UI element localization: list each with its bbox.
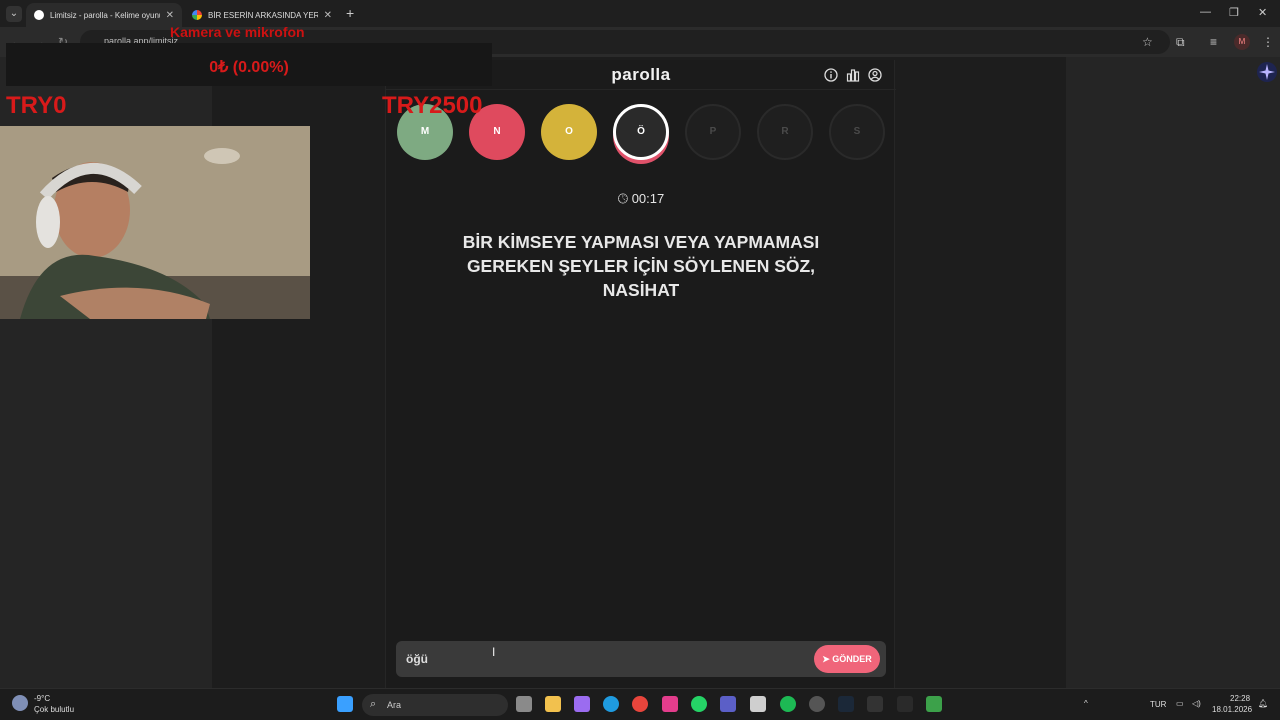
letter-circle-s: S [829,104,885,160]
game-panel: parolla MNOÖPRS 🕓︎ 00:17 BİR KİMSEYE YAP… [385,60,896,688]
send-button[interactable]: ➤ GÖNDER [814,645,880,673]
store-icon[interactable] [750,696,766,712]
start-icon[interactable] [337,696,353,712]
weather-icon[interactable] [12,695,28,711]
new-tab-icon[interactable]: + [346,5,354,21]
steam-icon[interactable] [838,696,854,712]
timer-value: 00:17 [631,191,665,206]
clock-time[interactable]: 22:28 [1230,694,1250,703]
weather-temp: -9°C [34,694,51,703]
browser-tab-bar: ⌄ Limitsiz - parolla - Kelime oyunu ✕ Bİ… [0,0,1280,27]
info-icon[interactable] [824,68,838,82]
letter-circle-ö: Ö [613,104,669,160]
network-icon[interactable]: ▭ [1176,699,1184,708]
letter-circle-r: R [757,104,813,160]
bookmark-star-icon[interactable]: ☆ [1142,35,1153,49]
notification-icon[interactable]: 🔔︎ [1258,699,1268,708]
search-icon: ⌕ [370,698,377,710]
extensions-icon[interactable]: ⧉ [1176,35,1185,50]
instagram-icon[interactable] [662,696,678,712]
send-label: GÖNDER [832,654,872,664]
maximize-icon[interactable]: ❐ [1229,6,1239,19]
capcut-icon[interactable] [897,696,913,712]
user-icon[interactable] [868,68,882,82]
tab-search-button[interactable]: ⌄ [6,6,22,22]
letter-circle-o: O [541,104,597,160]
app-icon[interactable] [926,696,942,712]
currency-tag-mid: TRY2500 [382,92,483,119]
page-right-area [1066,57,1280,688]
assistant-sparkle-icon[interactable] [1256,61,1278,83]
epic-games-icon[interactable] [867,696,883,712]
discord-icon[interactable] [809,696,825,712]
send-icon: ➤ [822,654,830,664]
tab-title: BİR ESERİN ARKASINDA YER ALAN [208,10,318,20]
teams-icon[interactable] [720,696,736,712]
task-view-icon[interactable] [516,696,532,712]
overlay-title: Kamera ve mikrofon [170,24,305,40]
question-text: BİR KİMSEYE YAPMASI VEYA YAPMAMASI GEREK… [462,232,820,300]
media-control-icon[interactable]: ≡ [1210,35,1217,49]
balance-display: 0₺ (0.00%) [209,59,289,76]
answer-input[interactable]: öğü [406,652,428,666]
weather-desc: Çok bulutlu [34,705,75,714]
windows-taskbar: -9°C Çok bulutlu ⌕ Ara ^ TUR ▭ ◁) 22:28 … [0,688,1280,720]
chrome-icon[interactable] [632,696,648,712]
answer-bar: öğü ➤ GÖNDER [396,641,886,677]
letter-circle-p: P [685,104,741,160]
volume-icon[interactable]: ◁) [1192,699,1201,708]
file-explorer-icon[interactable] [545,696,561,712]
whatsapp-icon[interactable] [691,696,707,712]
copilot-icon[interactable] [574,696,590,712]
minimize-icon[interactable]: — [1200,6,1211,18]
close-window-icon[interactable]: ✕ [1258,6,1267,19]
tab-title: Limitsiz - parolla - Kelime oyunu [50,10,160,20]
edge-icon[interactable] [603,696,619,712]
taskbar-search[interactable]: ⌕ Ara [362,694,508,716]
profile-avatar[interactable]: M [1234,34,1250,50]
language-indicator[interactable]: TUR [1150,700,1166,709]
tray-expand-icon[interactable]: ^ [1084,699,1088,708]
text-cursor-icon: I [492,645,496,659]
timer: 🕓︎ 00:17 [386,191,896,207]
spotify-icon[interactable] [780,696,796,712]
close-tab-icon[interactable]: ✕ [324,10,332,21]
parolla-favicon-icon [34,10,44,20]
stats-icon[interactable] [846,68,860,82]
google-favicon-icon [192,10,202,20]
clock-icon: 🕓︎ [617,191,629,206]
menu-icon[interactable]: ⋮ [1262,35,1274,49]
tab-limitsiz[interactable]: Limitsiz - parolla - Kelime oyunu ✕ [26,3,182,27]
currency-tag-left: TRY0 [6,92,67,119]
clock-date[interactable]: 18.01.2026 [1212,705,1252,714]
webcam-feed [0,126,310,319]
search-label: Ara [387,700,402,710]
close-tab-icon[interactable]: ✕ [166,10,174,21]
